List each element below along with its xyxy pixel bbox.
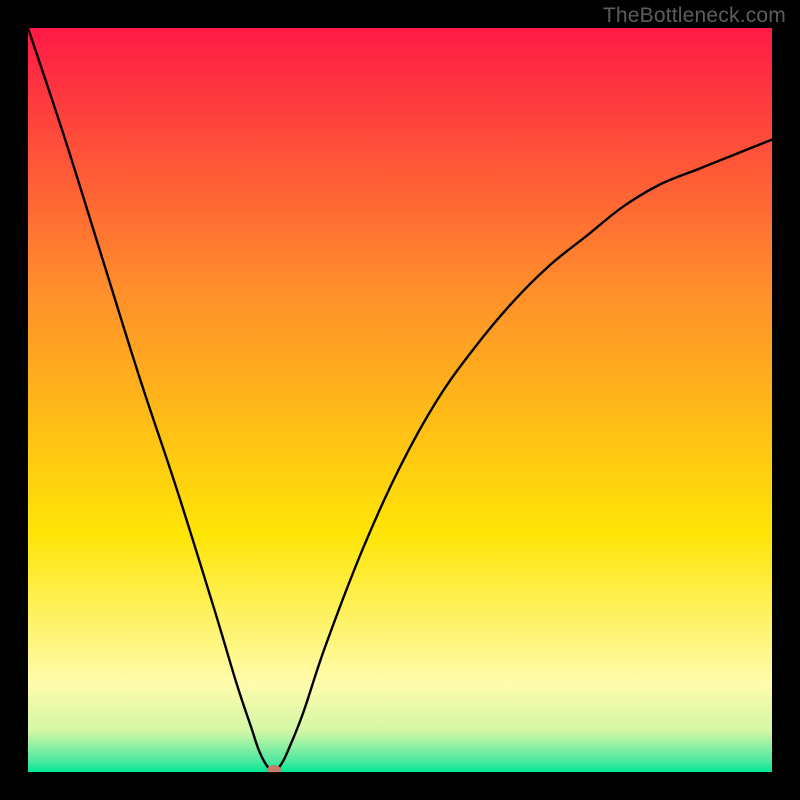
chart-svg bbox=[28, 28, 772, 772]
plot-area bbox=[28, 28, 772, 772]
optimum-marker bbox=[267, 765, 281, 772]
watermark-text: TheBottleneck.com bbox=[603, 4, 786, 28]
chart-frame: TheBottleneck.com bbox=[0, 0, 800, 800]
gradient-background bbox=[28, 28, 772, 772]
